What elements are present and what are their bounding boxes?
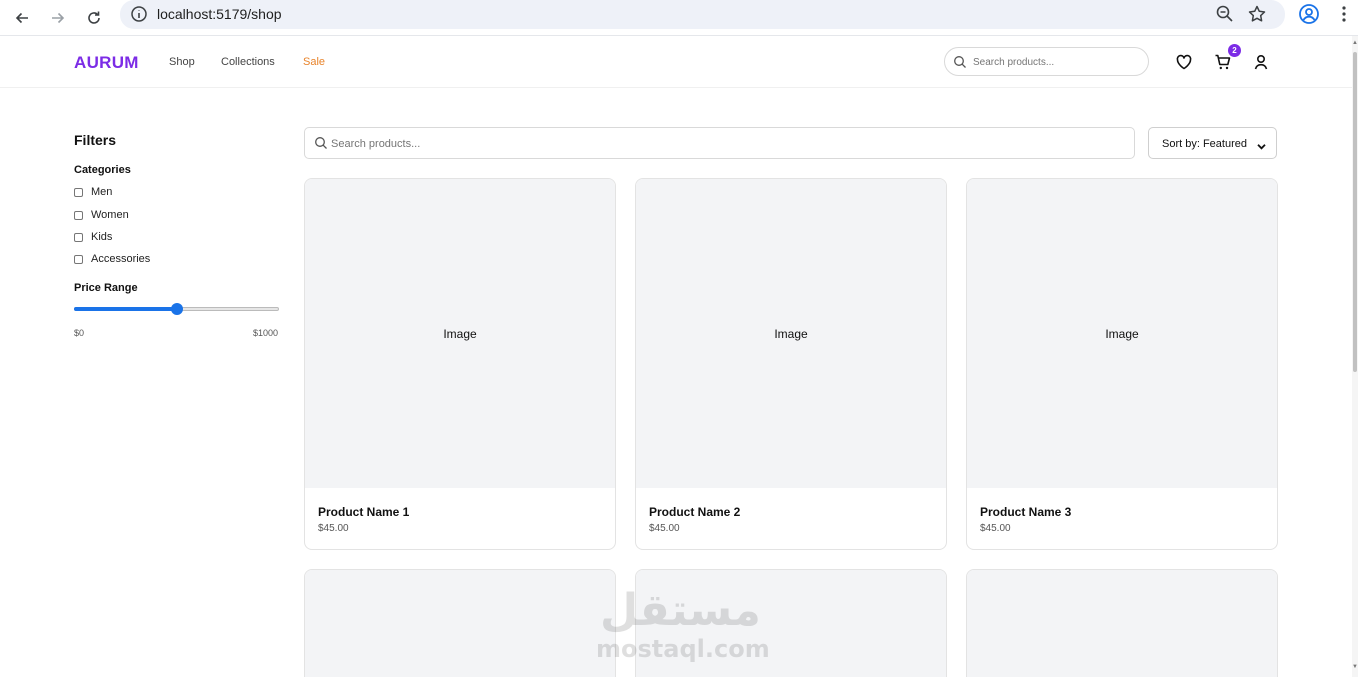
nav-shop[interactable]: Shop	[169, 56, 195, 68]
browser-menu-icon[interactable]	[1334, 4, 1354, 24]
price-max-label: $1000	[253, 328, 279, 338]
category-label: Men	[91, 186, 113, 198]
checkbox[interactable]	[74, 254, 83, 264]
reload-icon[interactable]	[80, 4, 108, 32]
category-men[interactable]: Men	[74, 185, 112, 199]
brand-logo[interactable]: AURUM	[74, 53, 139, 73]
forward-icon[interactable]	[44, 4, 72, 32]
product-card[interactable]: Image Product Name 3 $45.00	[966, 178, 1278, 550]
back-icon[interactable]	[8, 4, 36, 32]
checkbox[interactable]	[74, 210, 83, 220]
category-label: Women	[91, 209, 129, 221]
product-image-placeholder[interactable]: Image	[636, 179, 946, 488]
checkbox[interactable]	[74, 232, 83, 242]
slider-handle[interactable]	[170, 303, 183, 315]
product-image-placeholder[interactable]	[967, 570, 1277, 677]
product-image-placeholder[interactable]: Image	[305, 179, 615, 488]
product-price: $45.00	[318, 523, 349, 534]
chevron-down-icon	[1256, 139, 1267, 150]
product-card[interactable]	[966, 569, 1278, 677]
sort-selected-value: Sort by: Featured	[1162, 138, 1247, 150]
slider-fill	[74, 307, 177, 311]
category-label: Kids	[91, 231, 113, 243]
product-image-placeholder[interactable]	[636, 570, 946, 677]
filters-title: Filters	[74, 132, 117, 148]
search-icon	[953, 55, 967, 69]
profile-icon[interactable]	[1298, 3, 1320, 25]
page-scrollbar[interactable]: ▲ ▼	[1352, 36, 1358, 677]
user-account-icon[interactable]	[1252, 53, 1270, 71]
wishlist-heart-icon[interactable]	[1175, 53, 1193, 71]
header-search-box[interactable]	[944, 47, 1149, 76]
scrollbar-thumb[interactable]	[1353, 52, 1357, 372]
category-kids[interactable]: Kids	[74, 230, 112, 244]
bookmark-star-icon[interactable]	[1247, 4, 1267, 24]
category-accessories[interactable]: Accessories	[74, 252, 150, 266]
address-bar[interactable]: localhost:5179/shop	[120, 0, 1285, 29]
product-name[interactable]: Product Name 2	[649, 505, 740, 519]
product-card[interactable]	[304, 569, 616, 677]
category-women[interactable]: Women	[74, 208, 129, 222]
url-text: localhost:5179/shop	[157, 6, 282, 22]
product-name[interactable]: Product Name 3	[980, 505, 1071, 519]
product-card[interactable]: Image Product Name 1 $45.00	[304, 178, 616, 550]
product-search-input[interactable]	[331, 136, 1121, 152]
product-name[interactable]: Product Name 1	[318, 505, 409, 519]
product-price: $45.00	[649, 523, 680, 534]
product-search-box[interactable]	[304, 127, 1135, 159]
product-image-placeholder[interactable]	[305, 570, 615, 677]
scroll-down-icon[interactable]: ▼	[1352, 664, 1358, 670]
price-range-slider[interactable]	[74, 303, 279, 315]
nav-collections[interactable]: Collections	[221, 56, 275, 68]
search-icon	[314, 136, 328, 150]
cart-count-badge: 2	[1228, 44, 1241, 57]
site-header: AURUM Shop Collections Sale 2	[0, 36, 1352, 88]
header-search-input[interactable]	[973, 54, 1143, 70]
product-image-placeholder[interactable]: Image	[967, 179, 1277, 488]
product-price: $45.00	[980, 523, 1011, 534]
category-label: Accessories	[91, 253, 151, 265]
zoom-icon[interactable]	[1215, 4, 1235, 24]
categories-title: Categories	[74, 164, 131, 176]
site-info-icon[interactable]	[130, 5, 148, 23]
product-card[interactable]: Image Product Name 2 $45.00	[635, 178, 947, 550]
sort-select[interactable]: Sort by: Featured	[1148, 127, 1277, 159]
price-min-label: $0	[74, 328, 85, 338]
browser-toolbar: localhost:5179/shop	[0, 0, 1358, 36]
scroll-up-icon[interactable]: ▲	[1352, 40, 1358, 46]
cart-icon[interactable]	[1214, 53, 1232, 71]
product-card[interactable]	[635, 569, 947, 677]
price-range-title: Price Range	[74, 282, 138, 294]
nav-sale[interactable]: Sale	[303, 56, 325, 68]
checkbox[interactable]	[74, 187, 83, 197]
